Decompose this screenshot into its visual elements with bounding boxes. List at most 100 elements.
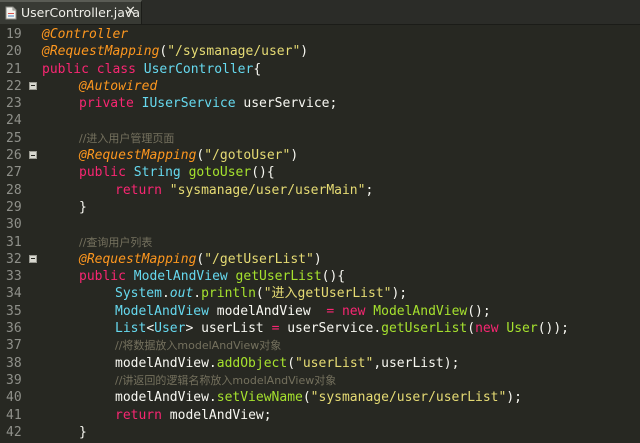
code-token: ModelAndView bbox=[115, 303, 217, 319]
code-token: ) bbox=[300, 44, 309, 60]
code-line[interactable]: 35 ModelAndView modelAndView = new ModelA… bbox=[0, 303, 640, 320]
code-token: ModelAndView bbox=[373, 303, 468, 319]
code-token: private bbox=[79, 96, 142, 112]
code-token: User bbox=[506, 321, 538, 337]
code-line[interactable]: 30 bbox=[0, 216, 640, 233]
code-token: setViewName bbox=[216, 390, 303, 406]
code-line[interactable]: 36 List<User> userList = userService.getU… bbox=[0, 320, 640, 337]
code-text: List<User> userList = userService.getUse… bbox=[42, 320, 569, 337]
code-line[interactable]: 32 @RequestMapping("/getUserList") bbox=[0, 251, 640, 268]
code-text: modelAndView.setViewName("sysmanage/user… bbox=[42, 389, 522, 406]
code-token: ) bbox=[313, 251, 322, 267]
fold-toggle-icon[interactable] bbox=[29, 151, 37, 160]
code-line[interactable]: 39 //讲返回的逻辑名称放入modelAndView对象 bbox=[0, 372, 640, 389]
code-line[interactable]: 40 modelAndView.setViewName("sysmanage/us… bbox=[0, 389, 640, 406]
code-token: String bbox=[133, 165, 189, 181]
code-token: ; bbox=[263, 407, 272, 423]
line-number: 39 bbox=[6, 372, 22, 388]
code-token: List bbox=[115, 321, 147, 337]
code-text: private IUserService userService; bbox=[42, 95, 337, 112]
code-line[interactable]: 20 @RequestMapping("/sysmanage/user") bbox=[0, 43, 640, 60]
code-token: . bbox=[161, 286, 170, 302]
code-token: ( bbox=[287, 355, 296, 371]
line-number: 34 bbox=[6, 286, 22, 302]
line-number: 23 bbox=[6, 96, 22, 112]
code-text: @RequestMapping("/gotoUser") bbox=[42, 147, 298, 164]
code-token: > bbox=[185, 321, 202, 337]
code-token: println bbox=[201, 286, 256, 302]
code-text: @RequestMapping("/getUserList") bbox=[42, 251, 322, 268]
code-line[interactable]: 19 @Controller bbox=[0, 26, 640, 43]
line-number: 31 bbox=[6, 234, 22, 250]
code-token: ); bbox=[506, 390, 522, 406]
code-token: "/gotoUser" bbox=[204, 148, 291, 164]
code-line[interactable]: 21 public class UserController{ bbox=[0, 61, 640, 78]
code-line[interactable]: 41 return modelAndView; bbox=[0, 407, 640, 424]
code-text: } bbox=[42, 199, 87, 216]
line-number: 36 bbox=[6, 321, 22, 337]
code-text: System.out.println("进入getUserList"); bbox=[42, 285, 407, 302]
code-text: @Controller bbox=[42, 26, 128, 43]
line-number: 30 bbox=[6, 217, 22, 233]
code-token: @RequestMapping bbox=[79, 251, 197, 267]
code-text: return "sysmanage/user/userMain"; bbox=[42, 182, 373, 199]
code-text: @RequestMapping("/sysmanage/user") bbox=[42, 43, 308, 60]
close-icon[interactable]: ✕ bbox=[125, 4, 136, 19]
line-number: 19 bbox=[6, 27, 22, 42]
code-token: = bbox=[326, 303, 342, 319]
code-token: modelAndView bbox=[169, 407, 264, 423]
line-number: 24 bbox=[6, 113, 22, 129]
code-line[interactable]: 26 @RequestMapping("/gotoUser") bbox=[0, 147, 640, 164]
line-number: 40 bbox=[6, 390, 22, 406]
code-token: . bbox=[193, 286, 202, 302]
code-line[interactable]: 27 public String gotoUser(){ bbox=[0, 164, 640, 181]
line-number: 42 bbox=[6, 424, 22, 440]
code-token: . bbox=[208, 390, 217, 406]
code-line[interactable]: 31 //查询用户列表 bbox=[0, 234, 640, 251]
code-text: //进入用户管理页面 bbox=[42, 130, 174, 147]
line-number: 33 bbox=[6, 269, 22, 285]
code-token: "/sysmanage/user" bbox=[167, 44, 301, 60]
code-line[interactable]: 38 modelAndView.addObject("userList",user… bbox=[0, 355, 640, 372]
code-line[interactable]: 33 public ModelAndView getUserList(){ bbox=[0, 268, 640, 285]
code-token: modelAndView bbox=[115, 390, 209, 406]
code-text: //讲返回的逻辑名称放入modelAndView对象 bbox=[42, 372, 336, 389]
code-line[interactable]: 22 @Autowired bbox=[0, 78, 640, 95]
code-text: return modelAndView; bbox=[42, 407, 272, 424]
code-text: //查询用户列表 bbox=[42, 234, 152, 251]
fold-toggle-icon[interactable] bbox=[29, 254, 37, 263]
code-line[interactable]: 28 return "sysmanage/user/userMain"; bbox=[0, 182, 640, 199]
code-token: new bbox=[341, 303, 374, 319]
code-line[interactable]: 23 private IUserService userService; bbox=[0, 95, 640, 112]
code-text: @Autowired bbox=[42, 78, 157, 95]
code-token: "/getUserList" bbox=[204, 251, 314, 267]
code-token: = bbox=[271, 321, 288, 337]
code-token: (){ bbox=[251, 165, 275, 181]
code-token: getUserList bbox=[381, 321, 468, 337]
code-text: public ModelAndView getUserList(){ bbox=[42, 268, 345, 285]
code-line[interactable]: 29} bbox=[0, 199, 640, 216]
code-line[interactable]: 42} bbox=[0, 424, 640, 441]
code-area[interactable]: 19 @Controller 20 @RequestMapping("/sysmana… bbox=[0, 26, 640, 441]
code-line[interactable]: 25 //进入用户管理页面 bbox=[0, 130, 640, 147]
code-token: (); bbox=[467, 303, 491, 319]
code-editor[interactable]: UserController.java ✕ 19 @Controller 20 @Re… bbox=[0, 0, 640, 443]
code-token: ; bbox=[329, 96, 338, 112]
code-token: "进入getUserList" bbox=[263, 286, 392, 302]
code-line[interactable]: 34 System.out.println("进入getUserList"); bbox=[0, 285, 640, 302]
code-line[interactable]: 37 //将数据放入modelAndView对象 bbox=[0, 337, 640, 354]
fold-toggle-icon[interactable] bbox=[29, 81, 37, 90]
code-token: } bbox=[79, 199, 87, 215]
code-line[interactable]: 24 bbox=[0, 112, 640, 129]
code-token: return bbox=[115, 182, 170, 198]
tab-usercontroller-java[interactable]: UserController.java ✕ bbox=[0, 0, 142, 24]
code-token: userService bbox=[243, 96, 330, 112]
code-token: //将数据放入modelAndView对象 bbox=[115, 339, 282, 353]
code-text: } bbox=[42, 424, 87, 441]
java-file-icon bbox=[5, 6, 17, 20]
line-number: 20 bbox=[6, 44, 22, 60]
code-token: modelAndView bbox=[115, 355, 209, 371]
code-token: ; bbox=[365, 182, 374, 198]
code-token: ( bbox=[302, 390, 311, 406]
code-token: } bbox=[79, 424, 87, 440]
